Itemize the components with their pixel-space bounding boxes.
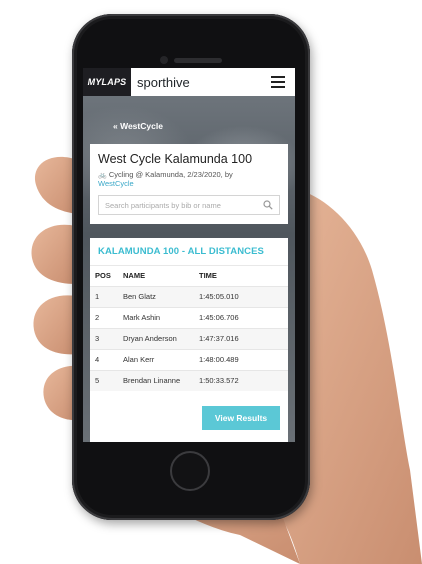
search-icon[interactable] [263, 200, 273, 210]
phone-screen: MYLAPS sporthive « WestCycle West Cycle … [83, 68, 295, 442]
time-cell: 1:45:06.706 [194, 306, 288, 328]
camera-icon [160, 56, 168, 64]
time-cell: 1:48:00.489 [194, 348, 288, 370]
column-header: NAME [123, 271, 146, 281]
phone-frame: MYLAPS sporthive « WestCycle West Cycle … [72, 14, 310, 520]
organizer-link[interactable]: WestCycle [98, 179, 134, 188]
results-header: KALAMUNDA 100 - ALL DISTANCES [90, 238, 288, 266]
position-cell: 5 [90, 369, 118, 391]
event-card: West Cycle Kalamunda 100 🚲 Cycling @ Kal… [90, 144, 288, 224]
hamburger-menu-icon[interactable] [271, 76, 285, 88]
event-meta-text: Cycling @ Kalamunda, 2/23/2020, by [108, 170, 233, 179]
view-results-button[interactable]: View Results [202, 406, 280, 430]
results-table: POS NAME TIME 1 Ben Glatz 1:45:05.010 2 … [90, 266, 288, 391]
time-cell: 1:45:05.010 [194, 285, 288, 307]
cycling-icon: 🚲 [98, 172, 107, 179]
column-header: TIME [199, 271, 217, 281]
home-button[interactable] [170, 451, 210, 491]
speaker-grille [174, 58, 222, 63]
name-cell: Dryan Anderson [118, 327, 194, 349]
brand-name[interactable]: sporthive [137, 75, 190, 90]
column-header: POS [95, 271, 111, 281]
table-row[interactable]: 5 Brendan Linanne 1:50:33.572 [90, 369, 288, 391]
position-cell: 4 [90, 348, 118, 370]
mylaps-logo[interactable]: MYLAPS [83, 68, 131, 96]
name-cell: Mark Ashin [118, 306, 194, 328]
time-cell: 1:50:33.572 [194, 369, 288, 391]
table-header-row: POS NAME TIME [90, 266, 288, 286]
position-cell: 3 [90, 327, 118, 349]
name-cell: Ben Glatz [118, 285, 194, 307]
table-row[interactable]: 1 Ben Glatz 1:45:05.010 [90, 285, 288, 307]
position-cell: 2 [90, 306, 118, 328]
search-box [98, 195, 280, 215]
back-link[interactable]: « WestCycle [113, 121, 163, 131]
app-header: MYLAPS sporthive [83, 68, 295, 96]
table-row[interactable]: 3 Dryan Anderson 1:47:37.016 [90, 327, 288, 349]
table-row[interactable]: 2 Mark Ashin 1:45:06.706 [90, 306, 288, 328]
position-cell: 1 [90, 285, 118, 307]
time-cell: 1:47:37.016 [194, 327, 288, 349]
results-card: KALAMUNDA 100 - ALL DISTANCES POS NAME T… [90, 238, 288, 442]
name-cell: Brendan Linanne [118, 369, 194, 391]
event-title: West Cycle Kalamunda 100 [98, 152, 253, 166]
search-input[interactable] [99, 196, 259, 214]
event-meta: 🚲 Cycling @ Kalamunda, 2/23/2020, by [98, 170, 283, 179]
name-cell: Alan Kerr [118, 348, 194, 370]
table-row[interactable]: 4 Alan Kerr 1:48:00.489 [90, 348, 288, 370]
